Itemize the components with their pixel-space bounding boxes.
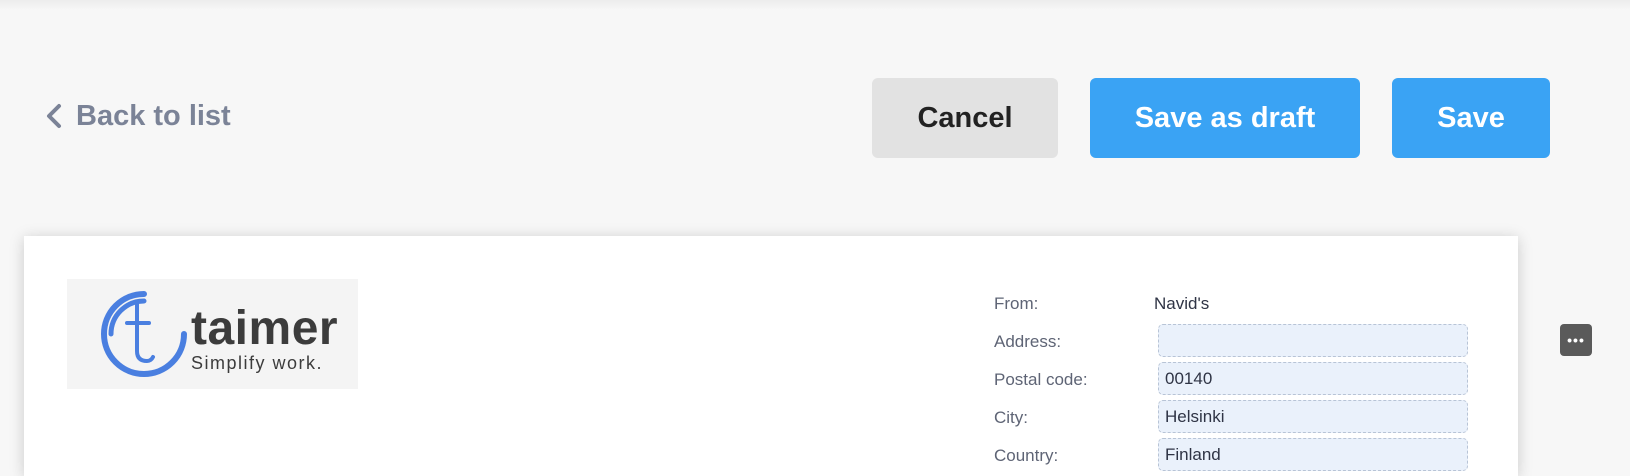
postal-code-field[interactable]: 00140 [1158, 362, 1468, 395]
back-to-list-link[interactable]: Back to list [46, 96, 231, 136]
invoice-card: taimer Simplify work. From: Navid's Addr… [24, 236, 1518, 476]
back-to-list-label: Back to list [76, 99, 231, 132]
save-button[interactable]: Save [1392, 78, 1550, 158]
save-as-draft-button[interactable]: Save as draft [1090, 78, 1360, 158]
country-label: Country: [994, 446, 1059, 465]
top-shadow [0, 0, 1630, 10]
city-field[interactable]: Helsinki [1158, 400, 1468, 433]
from-label: From: [994, 294, 1039, 313]
from-row: From: Navid's [994, 286, 1474, 320]
cancel-button[interactable]: Cancel [872, 78, 1058, 158]
address-label: Address: [994, 332, 1062, 351]
more-options-button[interactable]: ••• [1560, 324, 1592, 356]
from-value: Navid's [1154, 294, 1210, 313]
logo-name: taimer [191, 302, 339, 355]
address-field[interactable] [1158, 324, 1468, 357]
company-logo: taimer Simplify work. [67, 279, 358, 389]
address-row: Address: [994, 324, 1474, 358]
city-label: City: [994, 408, 1028, 427]
logo-mark-icon [101, 291, 187, 377]
more-options-icon: ••• [1567, 332, 1585, 348]
chevron-left-icon [47, 104, 61, 128]
logo-tagline: Simplify work. [191, 353, 324, 373]
postal-code-label: Postal code: [994, 370, 1088, 389]
country-field[interactable]: Finland [1158, 438, 1468, 471]
postal-code-row: Postal code: 00140 [994, 362, 1474, 396]
city-row: City: Helsinki [994, 400, 1474, 434]
country-row: Country: Finland [994, 438, 1474, 472]
